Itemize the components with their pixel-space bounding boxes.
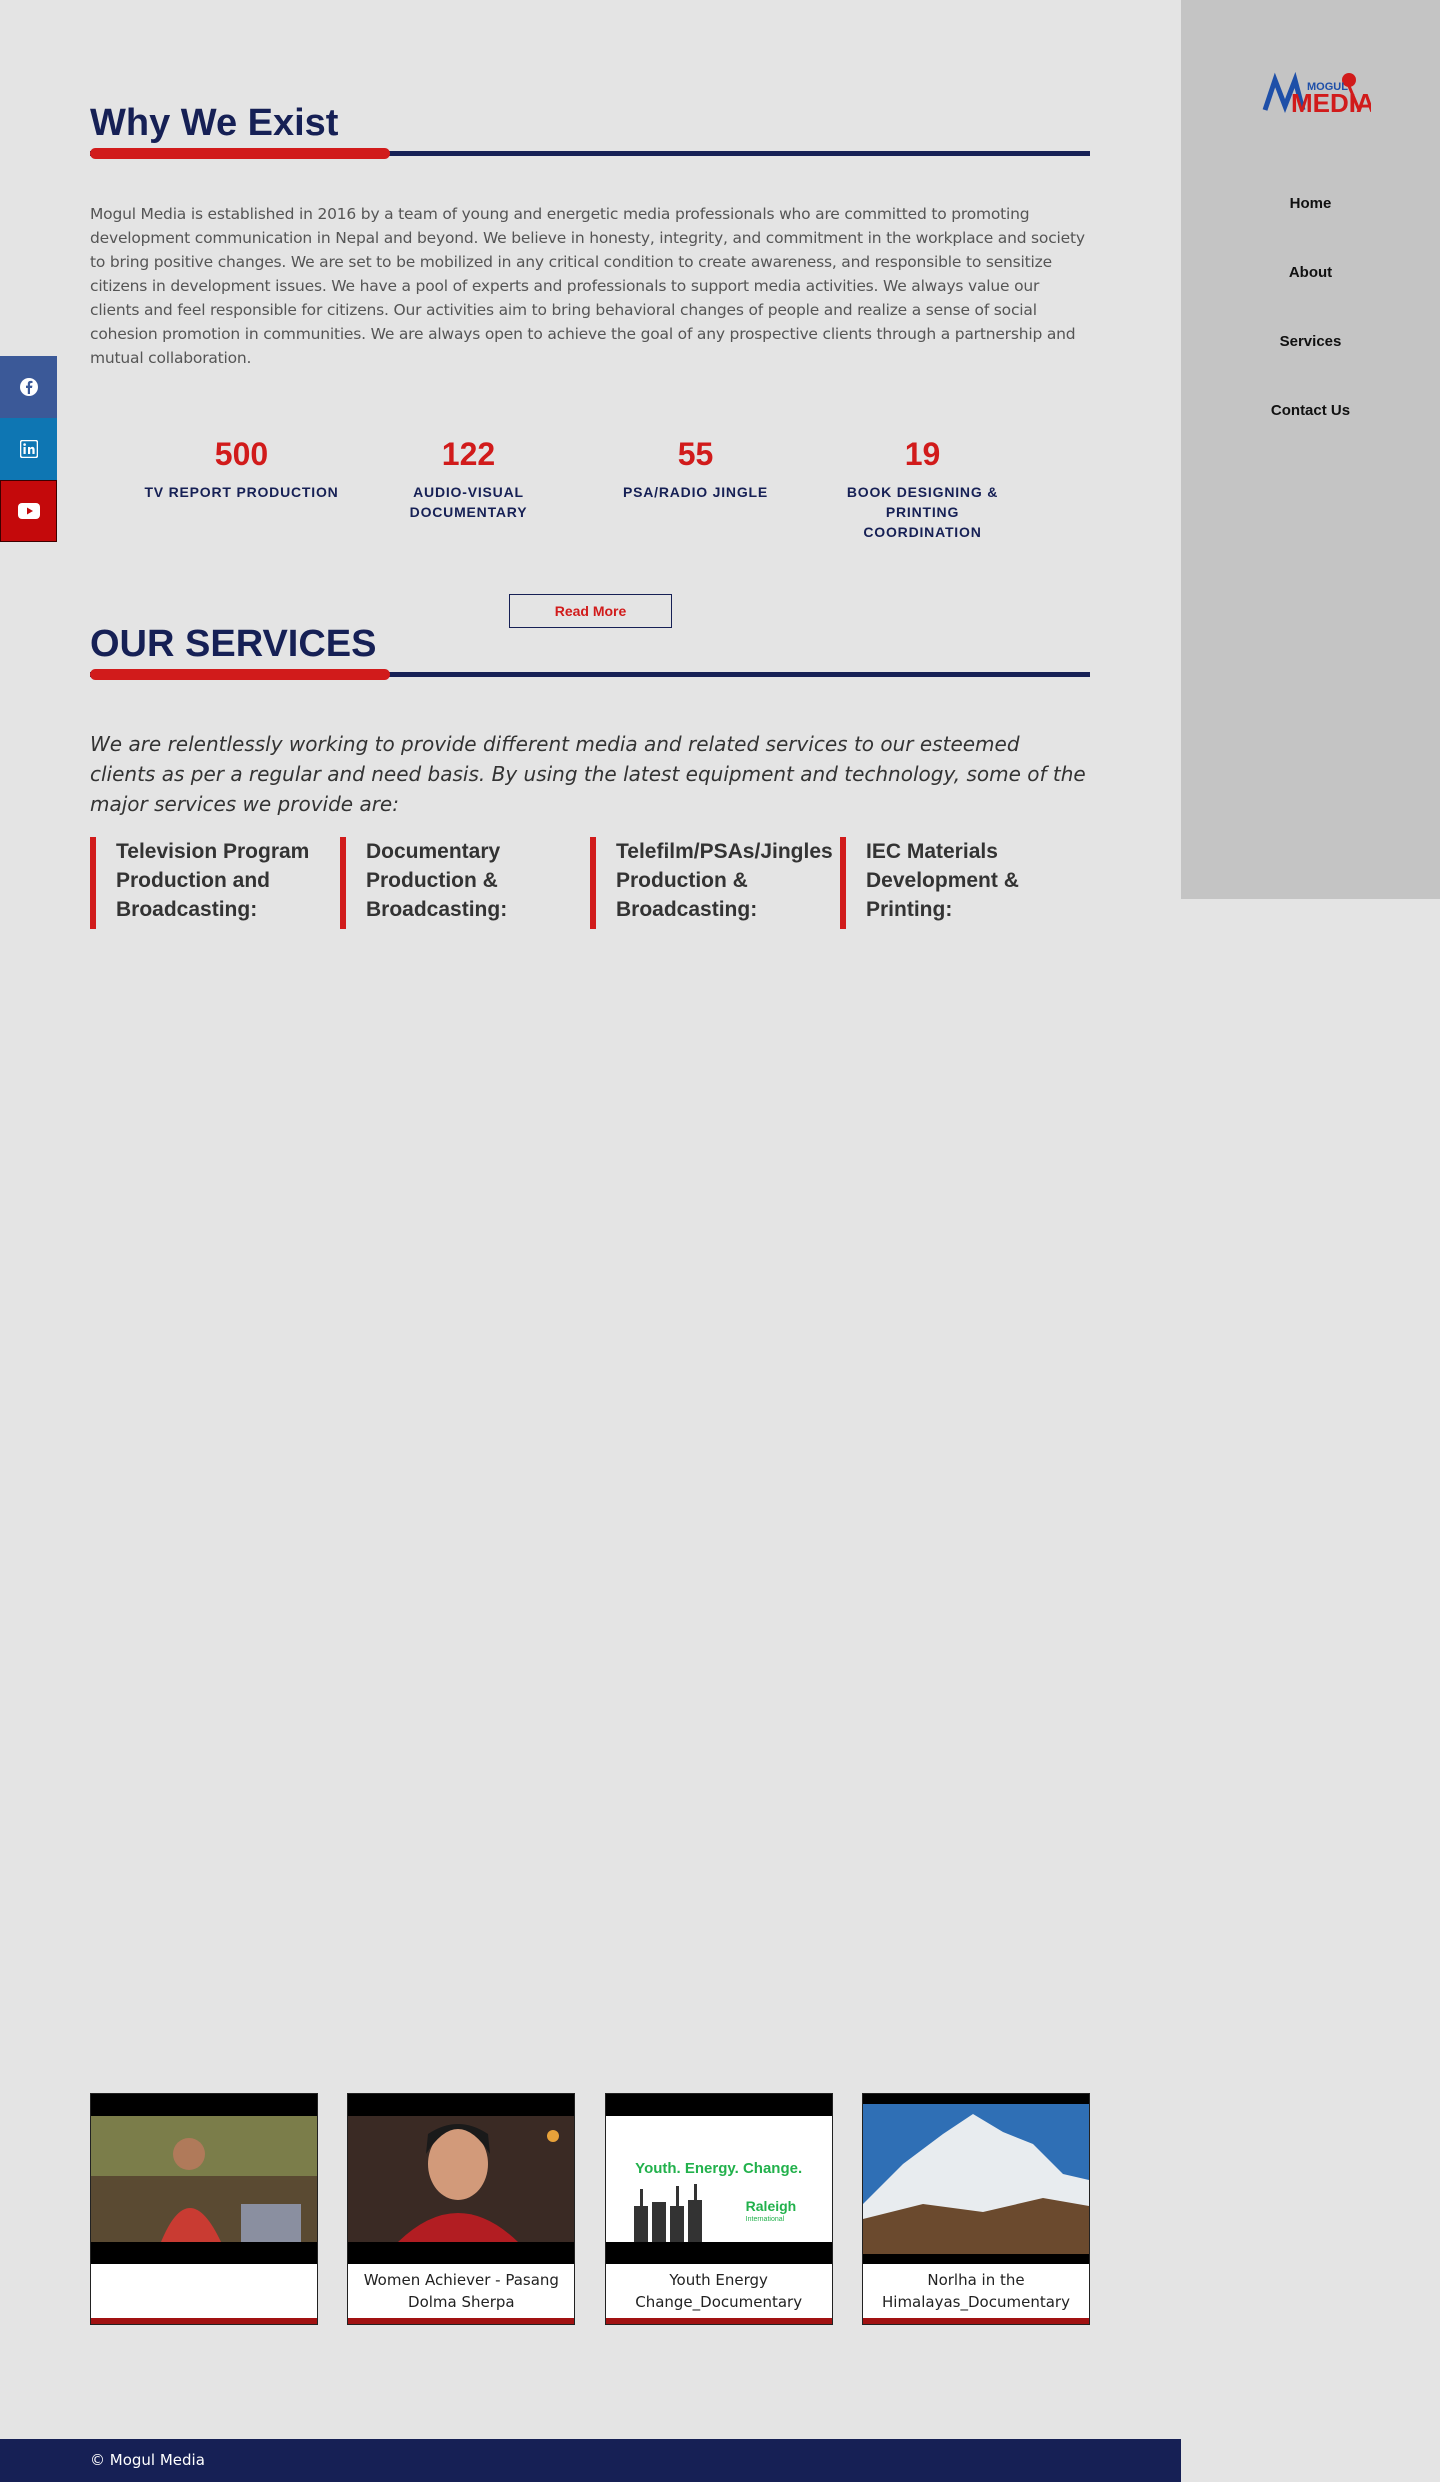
nav-contact-us[interactable]: Contact Us [1181, 393, 1440, 462]
our-services-section: OUR SERVICES We are relentlessly working… [90, 625, 1090, 929]
read-more-button[interactable]: Read More [509, 594, 672, 628]
nav-about[interactable]: About [1181, 255, 1440, 324]
title-underline [90, 148, 1090, 159]
why-we-exist-section: Why We Exist Mogul Media is established … [90, 104, 1090, 370]
section-title-services: OUR SERVICES [90, 623, 377, 665]
video-caption: Women Achiever - Pasang Dolma Sherpa [363, 2271, 559, 2311]
stat-number: 122 [441, 436, 496, 472]
services-lead: We are relentlessly working to provide d… [90, 732, 1086, 816]
title-underline [90, 669, 1090, 680]
stat-label: BOOK DESIGNING & PRINTING COORDINATION [846, 484, 999, 540]
stat-label: PSA/RADIO JINGLE [622, 484, 769, 500]
stat-number: 55 [677, 436, 714, 472]
thumbnail-brand-sub: International [745, 2216, 785, 2223]
nav-home[interactable]: Home [1181, 186, 1440, 255]
video-card[interactable] [90, 2093, 318, 2325]
stat-label: TV REPORT PRODUCTION [144, 484, 339, 500]
stat-label: AUDIO-VISUAL DOCUMENTARY [409, 484, 528, 520]
video-gallery: Women Achiever - Pasang Dolma Sherpa You… [90, 2093, 1090, 2325]
main-nav: Home About Services Contact Us [1181, 186, 1440, 462]
video-thumbnail[interactable] [348, 2094, 575, 2264]
why-description: Mogul Media is established in 2016 by a … [90, 205, 1085, 367]
social-bar [0, 356, 57, 542]
logo-graphic: MOGUL MEDIA [1262, 71, 1375, 118]
service-item-documentary: Documentary Production & Broadcasting: [340, 837, 590, 929]
services-list: Television Program Production and Broadc… [90, 837, 1090, 929]
facebook-link[interactable] [0, 356, 57, 418]
stat-number: 500 [214, 436, 269, 472]
thumbnail-brand: Raleigh [745, 2198, 797, 2214]
stat-psa-radio: 55 PSA/RADIO JINGLE [582, 432, 809, 542]
linkedin-icon [19, 440, 38, 458]
video-thumbnail[interactable]: Youth. Energy. Change. Raleigh Internati… [605, 2094, 832, 2264]
service-item-tv: Television Program Production and Broadc… [90, 837, 340, 929]
logo-text-main: MEDIA [1291, 88, 1371, 118]
video-card[interactable]: Youth. Energy. Change. Raleigh Internati… [604, 2093, 833, 2325]
service-item-telefilm: Telefilm/PSAs/Jingles Production & Broad… [590, 837, 840, 929]
stats-row: 500 TV REPORT PRODUCTION 122 AUDIO-VISUA… [128, 432, 1048, 542]
video-card[interactable]: Norlha in the Himalayas_Documentary [861, 2093, 1090, 2325]
stat-tv-report: 500 TV REPORT PRODUCTION [128, 432, 355, 542]
video-caption: Norlha in the Himalayas_Documentary [882, 2271, 1070, 2311]
footer: © Mogul Media [0, 2439, 1181, 2482]
video-thumbnail[interactable] [862, 2094, 1089, 2264]
stat-book-designing: 19 BOOK DESIGNING & PRINTING COORDINATIO… [809, 432, 1036, 542]
service-item-iec: IEC Materials Development & Printing: [840, 837, 1090, 929]
youtube-icon [17, 503, 40, 519]
linkedin-link[interactable] [0, 418, 57, 480]
section-title-why: Why We Exist [90, 102, 339, 144]
nav-services[interactable]: Services [1181, 324, 1440, 393]
stat-number: 19 [904, 436, 941, 472]
mogul-media-logo[interactable]: MOGUL MEDIA [1261, 66, 1375, 122]
facebook-icon [19, 378, 38, 396]
video-caption: Youth Energy Change_Documentary [635, 2271, 803, 2311]
stat-audio-visual: 122 AUDIO-VISUAL DOCUMENTARY [355, 432, 582, 542]
video-thumbnail[interactable] [91, 2094, 317, 2264]
video-caption [91, 2264, 317, 2319]
video-card[interactable]: Women Achiever - Pasang Dolma Sherpa [347, 2093, 576, 2325]
youtube-link[interactable] [0, 480, 57, 542]
right-sidebar: MOGUL MEDIA Home About Services Contact … [1181, 0, 1440, 899]
